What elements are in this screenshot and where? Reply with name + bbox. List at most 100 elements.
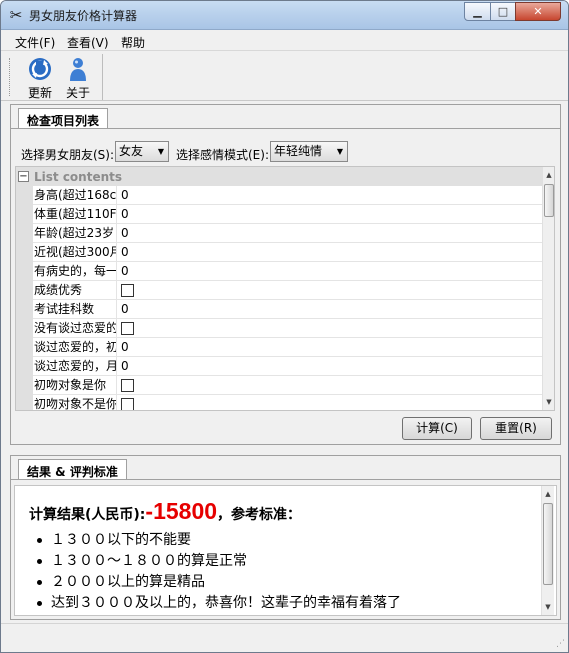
property-checkbox[interactable]: [121, 322, 134, 335]
menu-view[interactable]: 查看(V): [67, 34, 109, 51]
property-row[interactable]: 近视(超过300月 0: [33, 243, 543, 262]
scroll-up-icon[interactable]: ▲: [542, 486, 554, 502]
bullet-icon: [37, 580, 42, 585]
refresh-icon: [29, 58, 51, 80]
property-row[interactable]: 身高(超过168c 0: [33, 186, 543, 205]
chevron-down-icon: ▼: [157, 147, 164, 156]
property-value-field[interactable]: 0: [121, 224, 129, 242]
list-scrollbar[interactable]: ▲ ▼: [542, 167, 554, 410]
scroll-down-icon[interactable]: ▼: [542, 599, 554, 615]
scroll-thumb[interactable]: [544, 184, 554, 217]
property-name: 体重(超过110F: [34, 205, 117, 223]
property-row[interactable]: 初吻对象是你: [33, 376, 543, 395]
property-row[interactable]: 谈过恋爱的，月 0: [33, 357, 543, 376]
list-group-header[interactable]: − List contents: [16, 167, 543, 186]
result-value: -15800: [145, 498, 218, 524]
criteria-item: ２０００以上的算是精品: [37, 572, 401, 593]
scroll-down-icon[interactable]: ▼: [543, 394, 554, 410]
criteria-text: １３００以下的不能要: [51, 532, 191, 548]
partner-select-value: 女友: [119, 144, 144, 158]
property-checkbox[interactable]: [121, 379, 134, 392]
check-items-panel: 检查项目列表 选择男女朋友(S): 女友 ▼ 选择感情模式(E): 年轻纯情 ▼…: [10, 104, 561, 445]
title-bar[interactable]: ✂ 男女朋友价格计算器 ▁ □ ✕: [1, 1, 568, 30]
criteria-item: 达到３０００及以上的，恭喜你！这辈子的幸福有着落了: [37, 593, 401, 614]
property-name: 身高(超过168c: [34, 186, 117, 204]
property-row[interactable]: 年龄(超过23岁 0: [33, 224, 543, 243]
list-group-label: List contents: [34, 170, 123, 184]
property-name: 初吻对象是你: [33, 376, 117, 394]
property-name: 谈过恋爱的，初: [34, 338, 117, 356]
partner-select[interactable]: 女友 ▼: [115, 141, 169, 162]
tab-divider: [11, 128, 560, 129]
property-checkbox[interactable]: [121, 398, 134, 410]
property-row[interactable]: 初吻对象不是你: [33, 395, 543, 411]
calculate-button[interactable]: 计算(C): [402, 417, 472, 440]
result-view: 计算结果(人民币):-15800，参考标准： １３００以下的不能要 １３００～１８…: [14, 485, 557, 616]
update-label: 更新: [27, 86, 52, 100]
app-window: ✂ 男女朋友价格计算器 ▁ □ ✕ 文件(F) 查看(V) 帮助 更新 关于 检…: [0, 0, 569, 653]
criteria-text: 达到３０００及以上的，恭喜你！这辈子的幸福有着落了: [51, 595, 401, 611]
maximize-button[interactable]: □: [490, 2, 516, 21]
property-row[interactable]: 体重(超过110F 0: [33, 205, 543, 224]
property-row[interactable]: 成绩优秀: [33, 281, 543, 300]
property-row[interactable]: 没有谈过恋爱的: [33, 319, 543, 338]
property-name: 有病史的，每一: [34, 262, 117, 280]
chevron-down-icon: ▼: [336, 147, 343, 156]
property-name: 初吻对象不是你: [34, 395, 117, 411]
about-label: 关于: [65, 86, 90, 100]
criteria-text: ２０００以上的算是精品: [51, 574, 205, 590]
mode-select-label: 选择感情模式(E):: [176, 148, 269, 162]
about-button[interactable]: 关于: [58, 55, 98, 100]
criteria-list: １３００以下的不能要 １３００～１８００的算是正常 ２０００以上的算是精品达到３００…: [37, 530, 401, 614]
property-value-field[interactable]: 0: [121, 338, 129, 356]
close-button[interactable]: ✕: [515, 2, 561, 21]
property-name: 考试挂科数: [33, 300, 117, 318]
criteria-item: １３００以下的不能要: [37, 530, 401, 551]
property-value-field[interactable]: 0: [121, 262, 129, 280]
result-line: 计算结果(人民币):-15800，参考标准：: [29, 498, 301, 525]
toolbar: 更新 关于: [1, 52, 568, 101]
property-name: 年龄(超过23岁: [33, 224, 117, 242]
property-row[interactable]: 有病史的，每一 0: [33, 262, 543, 281]
menu-file[interactable]: 文件(F): [15, 34, 55, 51]
window-title: 男女朋友价格计算器: [29, 9, 138, 23]
criteria-item: １３００～１８００的算是正常: [37, 551, 401, 572]
tab-check-items[interactable]: 检查项目列表: [18, 108, 109, 128]
property-checkbox[interactable]: [121, 284, 134, 297]
property-value-field[interactable]: 0: [121, 243, 129, 261]
tab-result[interactable]: 结果 & 评判标准: [18, 459, 127, 479]
menu-bar: 文件(F) 查看(V) 帮助: [1, 31, 568, 51]
bullet-icon: [37, 538, 42, 543]
menu-help[interactable]: 帮助: [121, 34, 145, 51]
property-value-field[interactable]: 0: [121, 300, 129, 318]
result-scrollbar[interactable]: ▲ ▼: [541, 486, 554, 615]
property-row[interactable]: 考试挂科数 0: [33, 300, 543, 319]
criteria-text: １３００～１８００的算是正常: [51, 553, 247, 569]
reset-button[interactable]: 重置(R): [480, 417, 552, 440]
property-value-field[interactable]: 0: [121, 186, 129, 204]
resize-grip-icon[interactable]: ⋰: [556, 639, 565, 649]
scroll-up-icon[interactable]: ▲: [543, 167, 554, 183]
partner-select-label: 选择男女朋友(S):: [21, 148, 115, 162]
update-button[interactable]: 更新: [20, 55, 60, 100]
minimize-button[interactable]: ▁: [464, 2, 491, 21]
result-suffix: ，参考标准：: [217, 507, 302, 523]
result-prefix: 计算结果(人民币):: [29, 507, 146, 523]
property-value-field[interactable]: 0: [121, 205, 129, 223]
person-icon: [70, 58, 86, 81]
property-name: 没有谈过恋爱的: [34, 319, 117, 337]
tab-divider: [11, 479, 560, 480]
toolbar-grip[interactable]: [9, 58, 12, 96]
scissors-icon: ✂: [9, 6, 23, 24]
mode-select-value: 年轻纯情: [274, 144, 323, 158]
property-row[interactable]: 谈过恋爱的，初 0: [33, 338, 543, 357]
list-gutter: [16, 186, 33, 410]
collapse-icon[interactable]: −: [18, 171, 29, 182]
bullet-icon: [37, 559, 42, 564]
scroll-thumb[interactable]: [543, 503, 553, 585]
property-value-field[interactable]: 0: [121, 357, 129, 375]
mode-select[interactable]: 年轻纯情 ▼: [270, 141, 348, 162]
property-name: 成绩优秀: [33, 281, 117, 299]
property-list: − List contents 身高(超过168c 0 体重(超过110F 0 年龄(超…: [15, 166, 555, 411]
property-rows: 身高(超过168c 0 体重(超过110F 0 年龄(超过23岁 0 近视(超过300月 0 有…: [33, 186, 543, 411]
